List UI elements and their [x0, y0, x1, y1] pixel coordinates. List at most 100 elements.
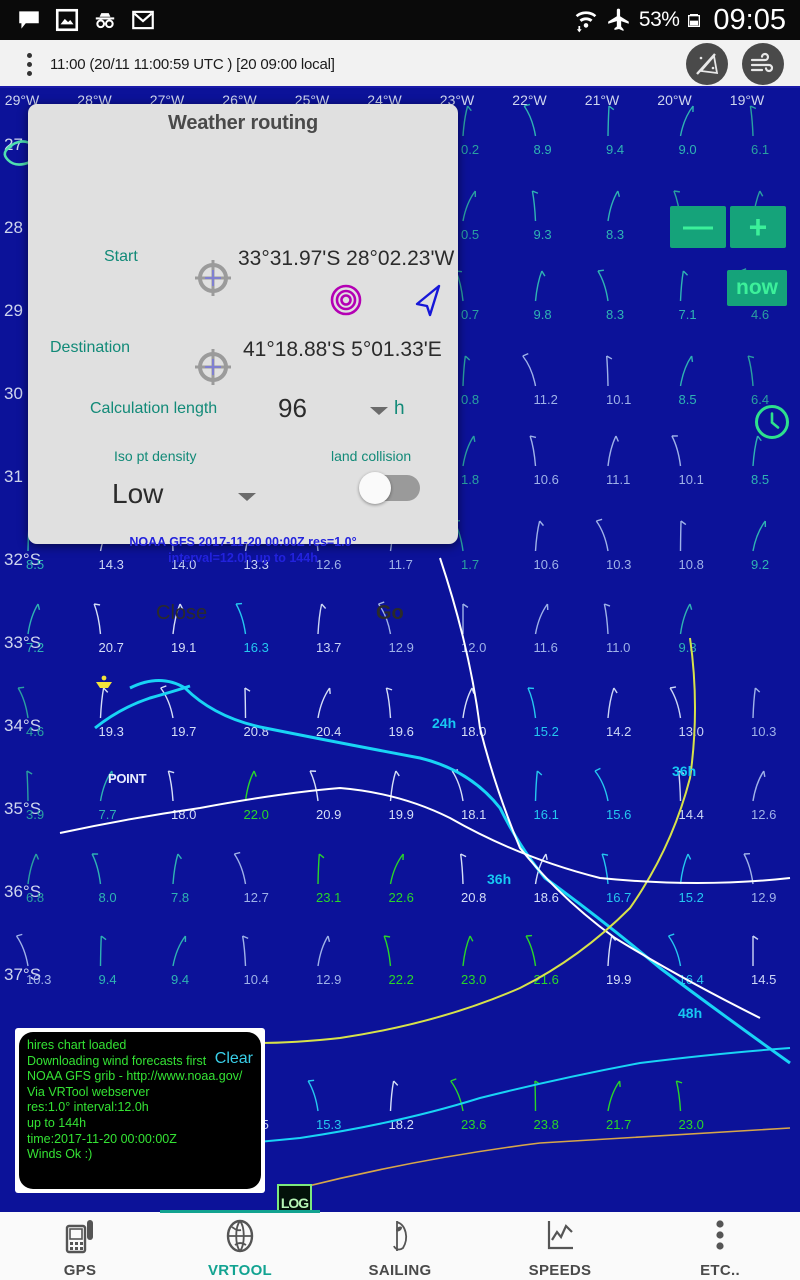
clock-icon[interactable] — [755, 405, 789, 439]
overflow-menu-icon[interactable] — [14, 52, 44, 76]
wind-speed-label: 20.8 — [461, 890, 486, 905]
wind-speed-label: 10.3 — [606, 557, 631, 572]
now-button[interactable]: now — [727, 270, 787, 306]
wind-barb — [607, 435, 617, 467]
wind-speed-label: 13.0 — [679, 724, 704, 739]
wind-barb-tick — [234, 851, 241, 855]
grib-info: NOAA GFS 2017-11-20 00:00Z res=1.0° inte… — [28, 534, 458, 566]
wind-speed-label: 10.3 — [26, 972, 51, 987]
wind-barb — [172, 853, 179, 885]
calculation-length-value[interactable]: 96 — [278, 393, 307, 424]
wind-barb-tick — [160, 685, 167, 689]
wind-speed-label: 16.7 — [606, 890, 631, 905]
wind-barb — [752, 520, 766, 552]
wind-barb-tick — [536, 770, 543, 776]
nav-item-vrtool[interactable]: VRTOOL — [160, 1210, 320, 1280]
app-action-bar: 11:00 (20/11 11:00:59 UTC ) [20 09:00 lo… — [0, 40, 800, 88]
wind-barb — [607, 190, 619, 222]
wind-speed-label: 19.1 — [171, 640, 196, 655]
wind-barb-tick — [673, 190, 680, 193]
wind-barb — [27, 853, 37, 885]
nav-item-sailing[interactable]: SAILING — [320, 1212, 480, 1280]
wind-speed-label: 8.9 — [534, 142, 552, 157]
clear-button[interactable]: Clear — [215, 1050, 253, 1068]
weather-routing-dialog: Weather routing Start 33°31.97'S 28°02.2… — [28, 104, 458, 624]
wind-barb — [679, 603, 691, 635]
isochrone-white — [439, 557, 761, 1019]
zoom-in-button[interactable]: + — [730, 206, 786, 248]
status-system-icons: 53% 09:05 — [573, 4, 792, 37]
crosshair-icon[interactable] — [191, 345, 235, 389]
wind-barb-tick — [37, 603, 41, 610]
wind-speed-label: 1.7 — [461, 557, 479, 572]
wind-barb — [99, 935, 102, 967]
wind-barb — [172, 935, 186, 967]
chevron-down-icon[interactable] — [368, 404, 390, 423]
wind-barb — [607, 687, 615, 719]
nav-item-label: SAILING — [368, 1261, 432, 1279]
wind-speed-label: 9.4 — [99, 972, 117, 987]
wind-barb — [383, 935, 392, 967]
wind-barb — [749, 105, 754, 137]
wind-barb-tick — [450, 1078, 457, 1082]
grib-info-line-2: interval=12.0h up to 144h — [168, 551, 318, 565]
zoom-out-button[interactable]: — — [670, 206, 726, 248]
console-line: time:2017-11-20 00:00:00Z — [27, 1131, 177, 1146]
destination-coordinates[interactable]: 41°18.88'S 5°01.33'E — [243, 338, 442, 362]
target-marker-icon[interactable] — [328, 282, 364, 318]
chat-bubble-icon — [19, 11, 39, 29]
close-button[interactable]: Close — [156, 602, 207, 625]
wind-barb-tick — [545, 853, 548, 861]
nav-item-etc[interactable]: ETC.. — [640, 1212, 800, 1280]
wind-barb — [462, 687, 473, 719]
crosshair-icon[interactable] — [191, 256, 235, 300]
lat-tick-label: 28 — [4, 218, 23, 237]
nav-item-gps[interactable]: GPS — [0, 1212, 160, 1280]
wind-barb — [752, 770, 765, 802]
wind-barb — [679, 105, 694, 137]
wind-barb-tick — [18, 686, 25, 689]
go-button[interactable]: Go — [376, 602, 404, 625]
routing-icon[interactable] — [686, 43, 728, 85]
wind-speed-label: 19.7 — [171, 724, 196, 739]
wind-barb — [607, 1080, 621, 1112]
wind-barb — [462, 190, 476, 222]
wind-speed-label: 9.2 — [751, 557, 769, 572]
wind-speed-label: 12.7 — [244, 890, 269, 905]
wind-speed-label: 12.9 — [751, 890, 776, 905]
wind-barb — [93, 603, 102, 635]
wind-speed-label: 10.1 — [606, 392, 631, 407]
chart-icon — [543, 1218, 577, 1259]
wind-barb-tick — [680, 520, 687, 526]
wind-speed-label: 12.9 — [389, 640, 414, 655]
wind-barb-tick — [596, 518, 603, 522]
wifi-icon — [575, 11, 597, 33]
log-button[interactable]: LOG — [277, 1184, 312, 1212]
wind-barb-tick — [522, 352, 529, 357]
land-collision-label: land collision — [331, 448, 412, 464]
wind-barb — [317, 853, 321, 885]
wind-barb — [603, 603, 609, 635]
wind-barb — [747, 355, 754, 387]
wind-barb-tick — [752, 935, 759, 940]
wind-barb-tick — [668, 933, 675, 937]
lat-tick-label: 31 — [4, 467, 23, 486]
status-clock: 09:05 — [713, 3, 786, 36]
wind-barb — [679, 355, 693, 387]
point-marker-label: POINT — [108, 771, 147, 786]
iso-density-value[interactable]: Low — [112, 478, 163, 510]
bottom-navigation: GPS VRTOOL SAILING SPEEDS ETC.. — [0, 1210, 800, 1280]
land-collision-toggle[interactable] — [359, 472, 420, 504]
wind-barb — [462, 355, 467, 387]
wind-barb — [679, 270, 685, 302]
nav-item-speeds[interactable]: SPEEDS — [480, 1212, 640, 1280]
wind-speed-label: 6.1 — [751, 142, 769, 157]
wind-speed-label: 0.2 — [461, 142, 479, 157]
start-coordinates[interactable]: 33°31.97'S 28°02.23'W — [238, 247, 454, 271]
android-status-bar: 53% 09:05 — [0, 0, 800, 40]
console-line: res:1.0° interval:12.0h — [27, 1100, 149, 1115]
battery-percent: 53% — [638, 8, 680, 31]
chevron-down-icon[interactable] — [236, 490, 258, 509]
wind-icon[interactable] — [742, 43, 784, 85]
wind-barb — [671, 435, 682, 467]
